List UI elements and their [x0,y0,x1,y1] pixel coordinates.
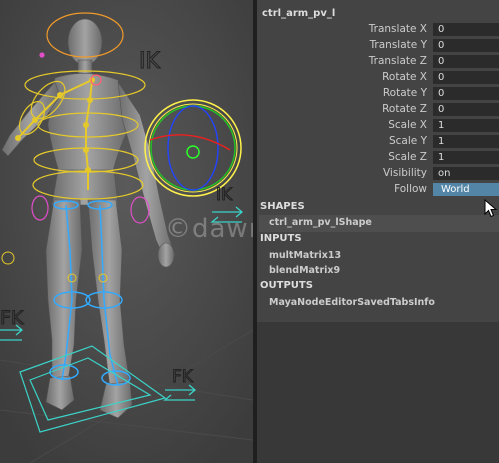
attr-row-visibility[interactable]: Visibility on [257,166,499,182]
ik-label-side: IK [216,185,233,205]
attr-value-field[interactable]: on [433,167,499,180]
attr-label: Follow [394,183,427,195]
outputs-section-header[interactable]: OUTPUTS [257,278,499,294]
attr-label: Rotate Y [382,87,427,99]
shape-row[interactable]: ctrl_arm_pv_lShape [259,215,499,232]
attr-value-field[interactable]: 0 [433,23,499,36]
attr-value-field[interactable]: 0 [433,87,499,100]
follow-enum-dropdown[interactable]: World [433,183,499,196]
shape-node-item[interactable]: ctrl_arm_pv_lShape [269,217,372,228]
inputs-section-header[interactable]: INPUTS [257,231,499,247]
attr-label: Scale Z [388,151,427,163]
attr-row-scale-z[interactable]: Scale Z 1 [257,150,499,166]
ik-label-top: IK [139,49,160,74]
attr-value-field[interactable]: 1 [433,119,499,132]
output-node-item[interactable]: MayaNodeEditorSavedTabsInfo [269,297,435,308]
empty-panel-area [257,322,499,463]
attr-label: Scale Y [388,135,427,147]
attr-value-field[interactable]: 0 [433,55,499,68]
channel-box: ctrl_arm_pv_l Translate X 0 Translate Y … [257,0,499,463]
attr-label: Translate Z [368,55,427,67]
attr-row-rotate-x[interactable]: Rotate X 0 [257,70,499,86]
fk-label-right: FK [172,367,194,387]
attr-row-scale-y[interactable]: Scale Y 1 [257,134,499,150]
node-name[interactable]: ctrl_arm_pv_l [262,8,335,19]
fk-label-left: FK [0,307,24,329]
attr-row-translate-x[interactable]: Translate X 0 [257,22,499,38]
attr-label: Translate X [368,23,427,35]
attr-row-translate-y[interactable]: Translate Y 0 [257,38,499,54]
attr-label: Rotate Z [382,103,427,115]
attr-row-scale-x[interactable]: Scale X 1 [257,118,499,134]
mouse-cursor-icon [484,199,498,218]
attr-value-field[interactable]: 0 [433,103,499,116]
attr-value-field[interactable]: 1 [433,151,499,164]
input-node-item[interactable]: multMatrix13 [269,250,341,261]
attr-value-field[interactable]: 1 [433,135,499,148]
attr-label: Scale X [388,119,427,131]
input-node-item[interactable]: blendMatrix9 [269,265,340,276]
attr-value-field[interactable]: 0 [433,71,499,84]
attr-row-rotate-z[interactable]: Rotate Z 0 [257,102,499,118]
attr-row-rotate-y[interactable]: Rotate Y 0 [257,86,499,102]
attr-value-field[interactable]: 0 [433,39,499,52]
attr-label: Rotate X [382,71,427,83]
attr-row-translate-z[interactable]: Translate Z 0 [257,54,499,70]
attr-label: Visibility [382,167,427,179]
attr-row-follow[interactable]: Follow World [257,182,499,198]
shapes-section-header[interactable]: SHAPES [257,199,499,215]
attr-label: Translate Y [369,39,427,51]
